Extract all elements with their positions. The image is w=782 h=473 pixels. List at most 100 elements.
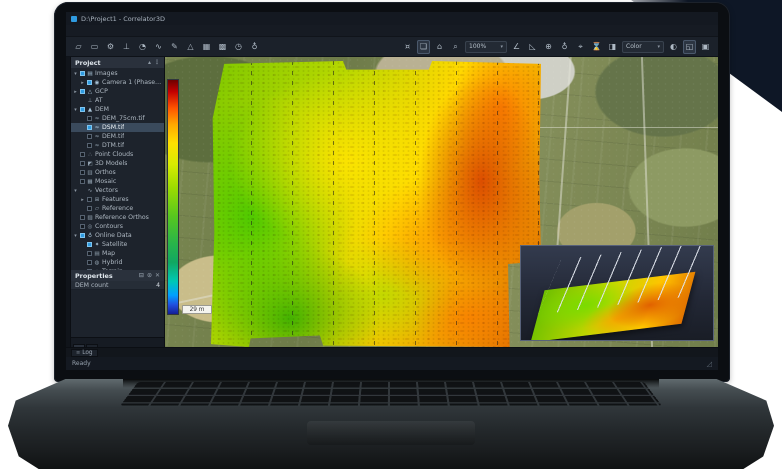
checkbox[interactable] <box>87 80 92 85</box>
tree-item[interactable]: ▤ Map <box>71 249 164 258</box>
globe-tool-icon[interactable]: ♁ ▾ <box>248 40 261 54</box>
expander-icon[interactable]: ▸ <box>80 80 85 86</box>
tree-item[interactable]: ▾ ∿ Vectors <box>71 186 164 195</box>
map-viewport[interactable]: 29 m <box>165 57 718 347</box>
search-icon[interactable]: ⌕ ▾ <box>449 40 462 54</box>
checkbox[interactable] <box>80 233 85 238</box>
flight-lines <box>211 61 541 347</box>
open-project-icon[interactable]: ▱ ▾ <box>72 40 85 54</box>
colorbar-min-label: 29 m <box>182 305 212 314</box>
app-window: D:\Project1 - Correlator3D ▱ ▾ ▭ ▾ ⚙ ▾ <box>66 12 718 370</box>
measure-icon[interactable]: ◺ ▾ <box>526 40 539 54</box>
tree-item[interactable]: ▦ Mosaic <box>71 177 164 186</box>
zoom-select[interactable]: 100%▾ <box>465 40 507 54</box>
tree-item[interactable]: ▥ Orthos <box>71 168 164 177</box>
tree-item[interactable]: ▸ △ GCP <box>71 87 164 96</box>
display-mode-select[interactable]: Color▾ <box>622 40 664 54</box>
tree-item[interactable]: ▾ ♁ Online Data <box>71 231 164 240</box>
expander-icon[interactable]: ▾ <box>73 107 78 113</box>
checkbox[interactable] <box>80 89 85 94</box>
checkbox[interactable] <box>80 161 85 166</box>
close-icon[interactable]: ✕ <box>155 272 160 279</box>
zoom-in-icon[interactable]: ⊕ ▾ <box>542 40 555 54</box>
project-sidebar: Project ▴⋮ ▾ ▤ Images ▸ <box>71 57 165 347</box>
hourglass-icon[interactable]: ⌛ ▾ <box>590 40 603 54</box>
pin-icon[interactable]: ⊙ <box>147 272 152 279</box>
expander-icon[interactable]: ▸ <box>73 89 78 95</box>
tree-item[interactable]: ≈ DEM_75cm.tif <box>71 114 164 123</box>
tree-item-icon: ▨ <box>87 215 93 221</box>
target-icon[interactable]: ⌖ ▾ <box>574 40 587 54</box>
home-icon[interactable]: ⌂ ▾ <box>433 40 446 54</box>
mosaic-tool-icon[interactable]: ▩ ▾ <box>216 40 229 54</box>
resize-grip-icon[interactable]: ◿ <box>707 360 712 368</box>
checkbox[interactable] <box>87 197 92 202</box>
flask-icon[interactable]: ¤ ▾ <box>401 40 414 54</box>
toolbar-left-group: ▱ ▾ ▭ ▾ ⚙ ▾ ⊥ ▾ ◔ ▾ ∿ <box>72 40 261 54</box>
grid-tool-icon[interactable]: ▦ ▾ <box>200 40 213 54</box>
gcp-tool-icon[interactable]: ⊥ ▾ <box>120 40 133 54</box>
checkbox[interactable] <box>87 134 92 139</box>
tree-item[interactable]: ▾ ▤ Images <box>71 69 164 78</box>
tree-item[interactable]: ▱ Reference <box>71 204 164 213</box>
checkbox[interactable] <box>80 107 85 112</box>
tree-item[interactable]: ▸ ⊞ Features <box>71 195 164 204</box>
tree-item[interactable]: ◎ Contours <box>71 222 164 231</box>
tree-item-icon: ▤ <box>94 251 100 257</box>
expander-icon[interactable]: ▾ <box>73 71 78 77</box>
layers-icon[interactable]: ❏ ▾ <box>417 40 430 54</box>
checkbox[interactable] <box>87 125 92 130</box>
checkbox[interactable] <box>87 260 92 265</box>
checkbox[interactable] <box>87 251 92 256</box>
elevation-colorbar[interactable] <box>167 79 179 315</box>
tree-item[interactable]: ⊥ AT <box>71 96 164 105</box>
dock-icon[interactable]: ⊟ <box>139 272 144 279</box>
laptop-keyboard <box>120 382 661 406</box>
orbit-icon[interactable]: ♁ ▾ <box>558 40 571 54</box>
checkbox[interactable] <box>80 224 85 229</box>
expander-icon[interactable]: ▾ <box>73 233 78 239</box>
tree-item[interactable]: ✦ Satellite <box>71 240 164 249</box>
dem-tool-icon[interactable]: △ ▾ <box>184 40 197 54</box>
checkbox[interactable] <box>87 242 92 247</box>
3d-preview-window[interactable] <box>520 245 714 341</box>
checkbox[interactable] <box>80 152 85 157</box>
tree-item[interactable]: ≈ DEM.tif <box>71 132 164 141</box>
checkbox[interactable] <box>80 71 85 76</box>
checkbox[interactable] <box>80 170 85 175</box>
edit-tool-icon[interactable]: ✎ ▾ <box>168 40 181 54</box>
checkbox[interactable] <box>80 215 85 220</box>
tree-item[interactable]: ∴ Point Clouds <box>71 150 164 159</box>
settings-icon[interactable]: ⚙ ▾ <box>104 40 117 54</box>
profile-tool-icon[interactable]: ∿ ▾ <box>152 40 165 54</box>
tree-item[interactable]: ▾ ▲ DEM <box>71 105 164 114</box>
checkbox[interactable] <box>80 179 85 184</box>
main-area: Project ▴⋮ ▾ ▤ Images ▸ <box>66 57 718 347</box>
tree-item[interactable]: ▨ Reference Orthos <box>71 213 164 222</box>
tree-item-icon: ✦ <box>94 242 100 248</box>
tree-item[interactable]: ◩ 3D Models <box>71 159 164 168</box>
tree-item[interactable]: ◍ Hybrid <box>71 258 164 267</box>
stack-icon[interactable]: ◨ ▾ <box>606 40 619 54</box>
new-project-icon[interactable]: ▭ ▾ <box>88 40 101 54</box>
panel-menu-icon[interactable]: ⋮ <box>154 59 160 66</box>
tree-item[interactable]: ≈ DSM.tif <box>71 123 164 132</box>
tree-item[interactable]: ▸ ◉ Camera 1 (Phase One iXM) <box>71 78 164 87</box>
snapshot-icon[interactable]: ▣ ▾ <box>699 40 712 54</box>
sphere-tool-icon[interactable]: ◔ ▾ <box>136 40 149 54</box>
checkbox[interactable] <box>87 143 92 148</box>
tree-item-icon: ◉ <box>94 80 100 86</box>
fullscreen-icon[interactable]: ◱ ▾ <box>683 40 696 54</box>
expander-icon[interactable]: ▸ <box>80 197 85 203</box>
contrast-icon[interactable]: ◐ ▾ <box>667 40 680 54</box>
angle-icon[interactable]: ∠ ▾ <box>510 40 523 54</box>
collapse-all-icon[interactable]: ▴ <box>148 59 151 66</box>
expander-icon[interactable]: ▾ <box>73 188 78 194</box>
tree-item-icon: ♁ <box>87 233 93 239</box>
log-tab[interactable]: ≡ Log <box>71 349 98 357</box>
checkbox[interactable] <box>87 116 92 121</box>
tree-item[interactable]: ≈ DTM.tif <box>71 141 164 150</box>
checkbox[interactable] <box>87 206 92 211</box>
tree-item-icon: ▥ <box>87 170 93 176</box>
history-tool-icon[interactable]: ◷ ▾ <box>232 40 245 54</box>
